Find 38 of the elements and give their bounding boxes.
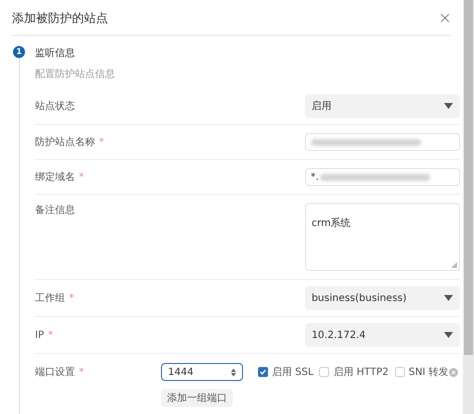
required-mark: * [79, 366, 84, 380]
checkbox[interactable] [394, 367, 405, 377]
text-field[interactable]: *. [304, 168, 460, 186]
resize-handle-icon[interactable] [450, 262, 457, 268]
checkbox-label: 启用 SSL [272, 366, 314, 380]
field-label: 绑定域名 [35, 170, 75, 184]
number-field[interactable]: 1444 [161, 363, 243, 381]
dialog-title: 添加被防护的站点 [12, 10, 108, 26]
close-icon[interactable] [441, 14, 449, 22]
field-label: 站点状态 [35, 100, 75, 114]
checkbox[interactable] [319, 367, 330, 377]
required-mark: * [99, 136, 104, 150]
select-field[interactable]: 10.2.172.4 [304, 323, 460, 347]
required-mark: * [69, 292, 74, 306]
checkbox-label: 启用 HTTP2 [333, 366, 389, 380]
remove-icon[interactable] [448, 368, 458, 376]
field-label: 防护站点名称 [35, 136, 95, 150]
field-label: 工作组 [35, 292, 65, 306]
field-label: 备注信息 [35, 204, 75, 218]
select-field[interactable]: business(business) [304, 286, 460, 310]
caret-icon [444, 295, 453, 301]
field-label: IP [35, 328, 44, 342]
step-title: 监听信息 [35, 46, 76, 61]
step-subtitle: 配置防护站点信息 [35, 68, 116, 82]
caret-icon [444, 103, 453, 109]
field-label: 端口设置 [35, 366, 75, 380]
scrollbar[interactable] [463, 0, 474, 414]
step-number: 1 [13, 46, 25, 58]
required-mark: * [79, 170, 84, 184]
spinner-icon[interactable] [231, 368, 236, 376]
required-mark: * [48, 328, 53, 342]
caret-icon [444, 332, 453, 338]
checkbox-label: SNI 转发 [408, 366, 449, 380]
checkbox[interactable] [258, 367, 268, 377]
text-area[interactable]: crm系统 [304, 203, 460, 271]
text-field[interactable] [304, 133, 460, 151]
select-field[interactable]: 启用 [304, 94, 460, 118]
add-port-button[interactable]: 添加一组端口 [161, 389, 233, 407]
